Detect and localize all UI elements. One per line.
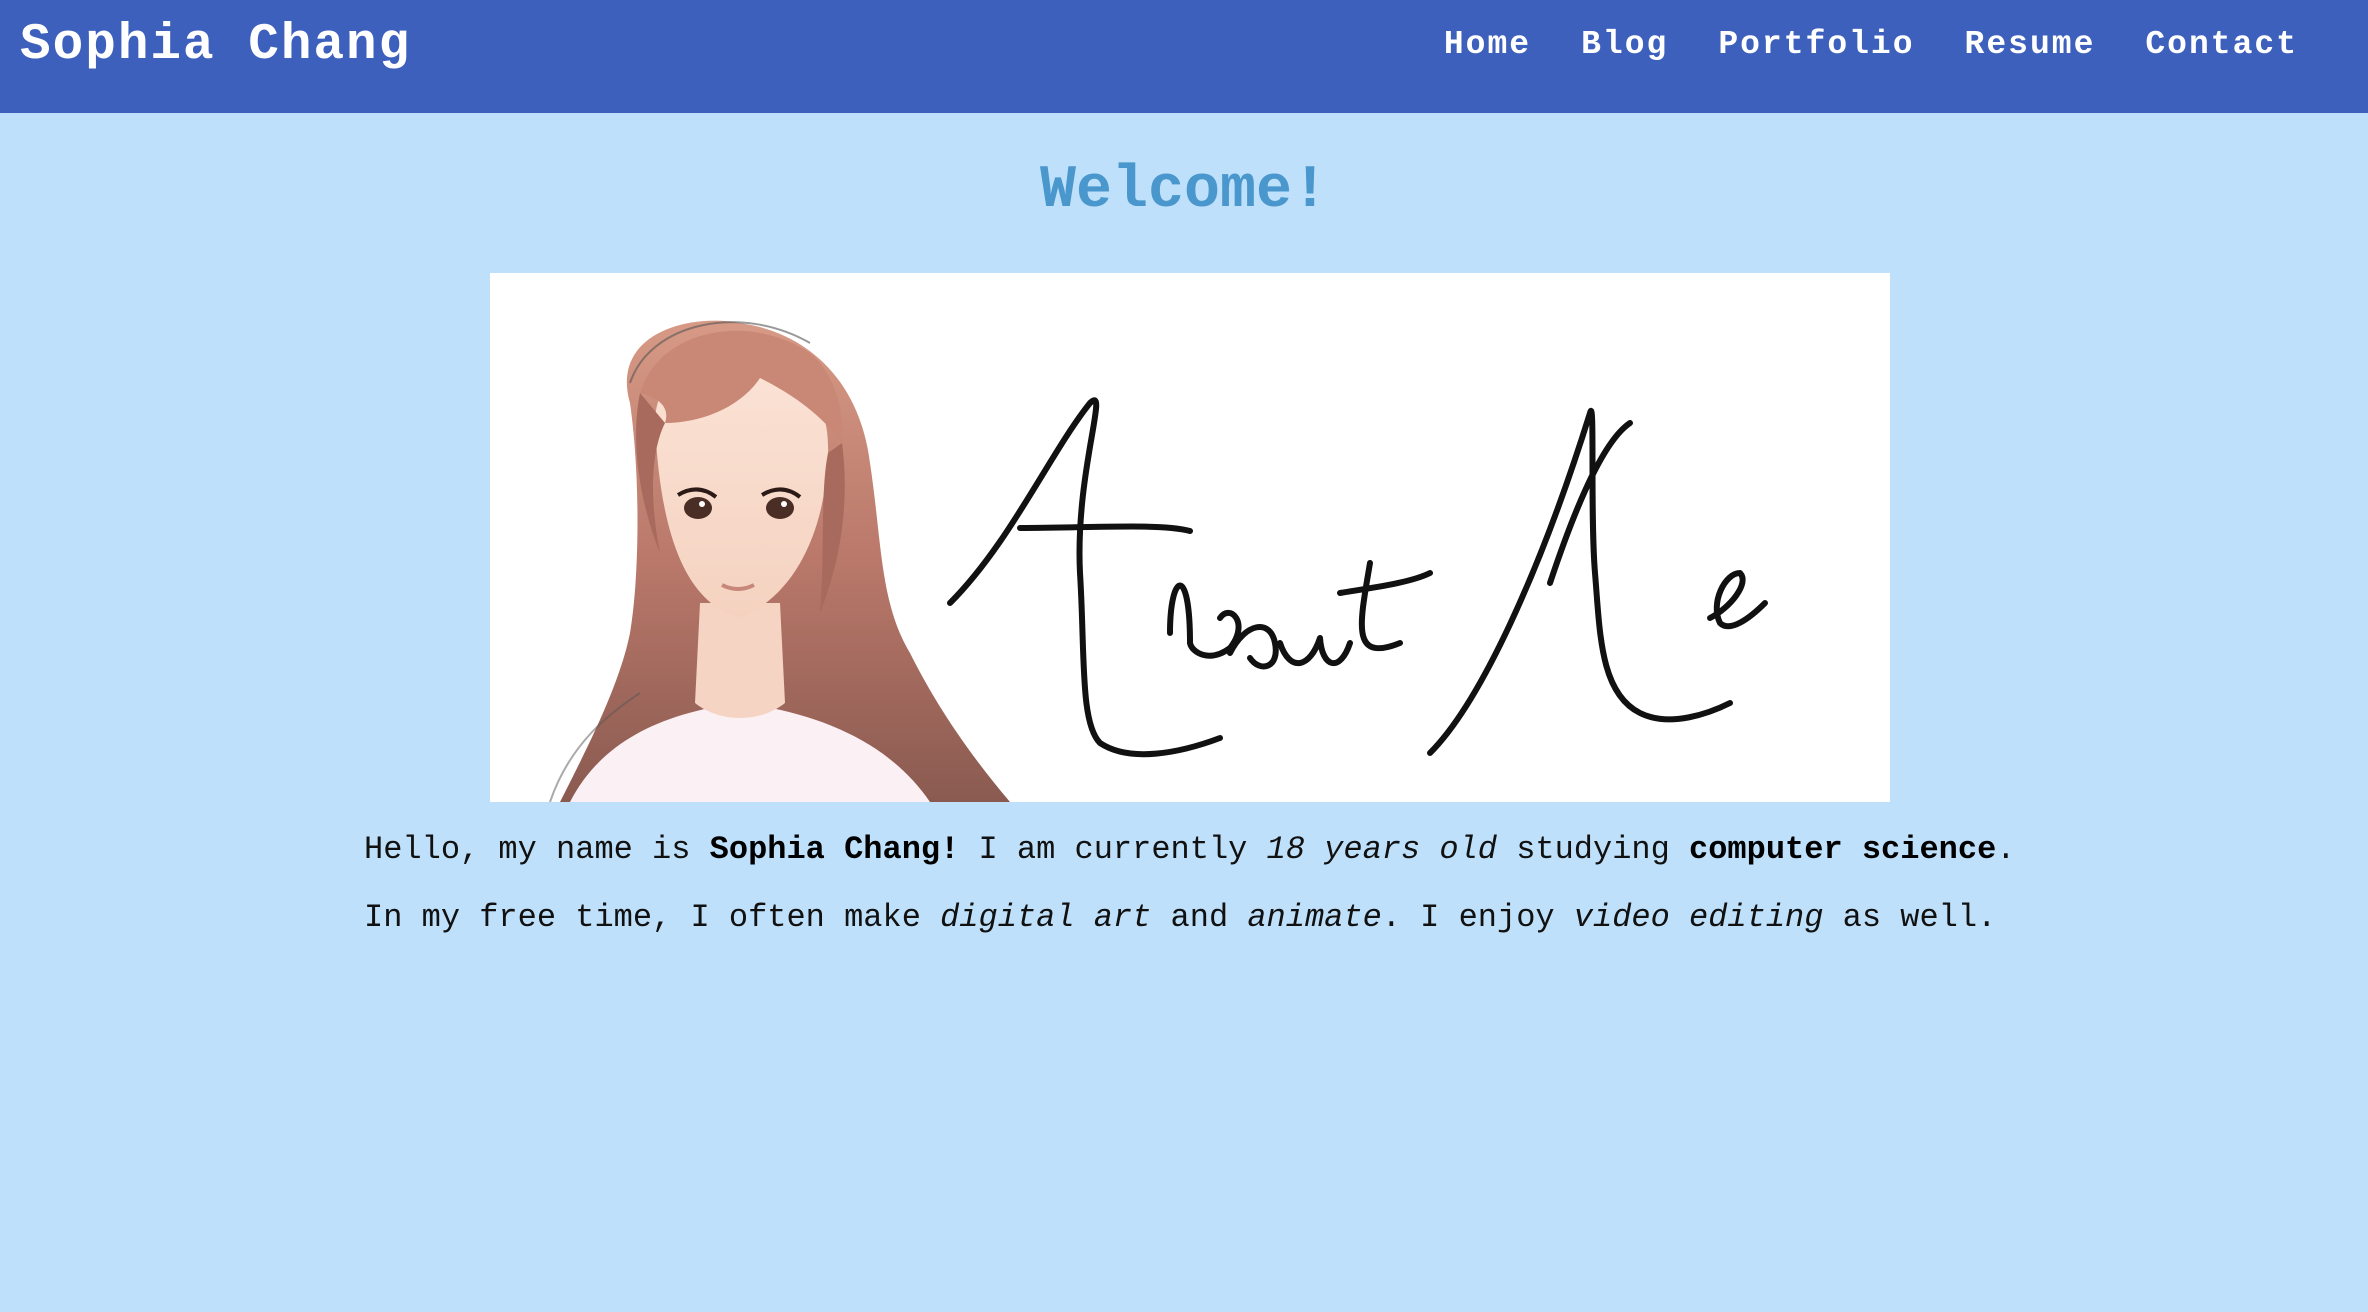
bio-text: . I enjoy: [1381, 899, 1574, 936]
bio-age: 18 years old: [1266, 831, 1497, 868]
nav-portfolio-link[interactable]: Portfolio: [1718, 24, 1914, 66]
hobby-digital-art: digital art: [940, 899, 1152, 936]
hobby-animate: animate: [1247, 899, 1382, 936]
bio-text: and: [1151, 899, 1248, 936]
bio-line-2: In my free time, I often make digital ar…: [364, 898, 2064, 938]
bio-text: .: [1996, 831, 2016, 868]
bio-field: computer science: [1689, 831, 1997, 868]
page-title: Welcome!: [1039, 157, 1329, 225]
bio-text: as well.: [1823, 899, 1997, 936]
nav-links: Home Blog Portfolio Resume Contact: [1444, 24, 2298, 66]
nav-blog-link[interactable]: Blog: [1581, 24, 1668, 66]
bio-name: Sophia Chang!: [709, 831, 960, 868]
about-me-banner: [490, 273, 1890, 802]
bio-text: I am currently: [959, 831, 1267, 868]
about-me-banner-image: [549, 320, 1768, 802]
about-me-signature: [947, 397, 1768, 758]
hobby-video-editing: video editing: [1573, 899, 1824, 936]
bio-line-1: Hello, my name is Sophia Chang! I am cur…: [364, 830, 2064, 870]
bio-text: studying: [1496, 831, 1690, 868]
portrait-illustration: [549, 320, 1010, 802]
bio-text: In my free time, I often make: [364, 899, 941, 936]
bio-text: Hello, my name is: [364, 831, 710, 868]
top-navbar: Sophia Chang Home Blog Portfolio Resume …: [0, 0, 2368, 113]
site-title[interactable]: Sophia Chang: [20, 16, 411, 76]
nav-home-link[interactable]: Home: [1444, 24, 1531, 66]
nav-contact-link[interactable]: Contact: [2145, 24, 2298, 66]
nav-resume-link[interactable]: Resume: [1965, 24, 2096, 66]
